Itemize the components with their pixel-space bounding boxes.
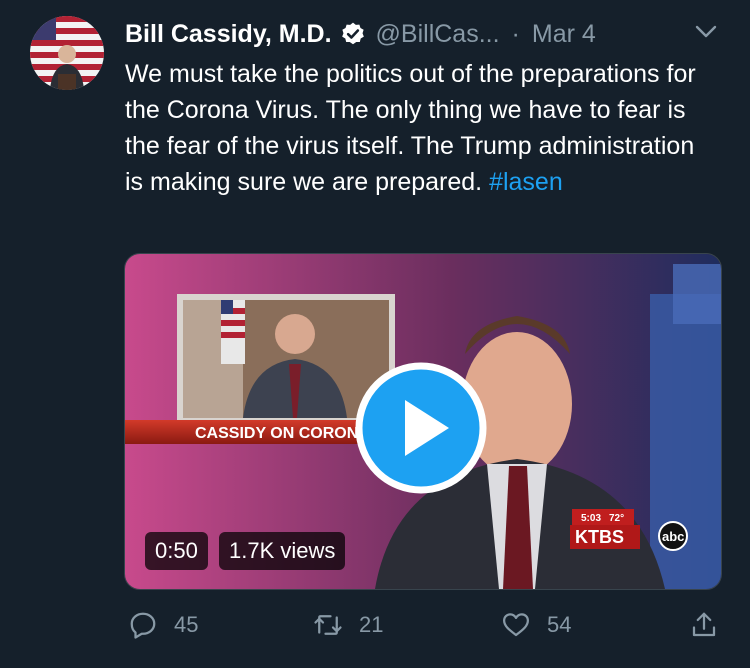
author-handle[interactable]: @BillCas... <box>376 20 500 49</box>
station-temp: 72° <box>609 513 624 524</box>
network-logo-text: abc <box>662 529 684 544</box>
share-button[interactable] <box>689 610 719 640</box>
avatar[interactable] <box>30 16 104 90</box>
tweet-body: We must take the politics out of the pre… <box>125 60 696 196</box>
tweet-header: Bill Cassidy, M.D. @BillCas... · Mar 4 <box>125 14 725 54</box>
like-icon <box>503 613 529 637</box>
play-icon[interactable] <box>355 362 487 494</box>
verified-badge-icon <box>340 21 366 47</box>
retweet-button[interactable]: 21 <box>313 610 383 640</box>
retweet-count: 21 <box>359 612 384 637</box>
like-button[interactable]: 54 <box>501 610 571 640</box>
reply-count: 45 <box>174 612 199 637</box>
lower-third-text: CASSIDY ON CORONAV <box>195 425 380 442</box>
author-name[interactable]: Bill Cassidy, M.D. <box>125 20 332 49</box>
reply-icon <box>130 612 156 639</box>
station-logo-text: KTBS <box>575 527 624 547</box>
play-button[interactable] <box>355 362 487 494</box>
tweet-card[interactable]: Bill Cassidy, M.D. @BillCas... · Mar 4 W… <box>0 0 750 668</box>
video-views: 1.7K views <box>219 532 346 570</box>
caret-down-icon[interactable] <box>693 22 719 42</box>
reply-button[interactable]: 45 <box>128 610 198 640</box>
like-count: 54 <box>547 612 572 637</box>
tweet-actions: 45 21 54 <box>0 600 750 650</box>
share-icon <box>692 612 716 637</box>
tweet-text: We must take the politics out of the pre… <box>125 56 715 200</box>
hashtag-link[interactable]: #lasen <box>489 168 563 196</box>
retweet-icon <box>314 615 342 635</box>
video-duration: 0:50 <box>145 532 208 570</box>
station-time: 5:03 <box>581 513 601 524</box>
tweet-date[interactable]: Mar 4 <box>532 20 596 49</box>
separator-dot: · <box>511 19 520 48</box>
